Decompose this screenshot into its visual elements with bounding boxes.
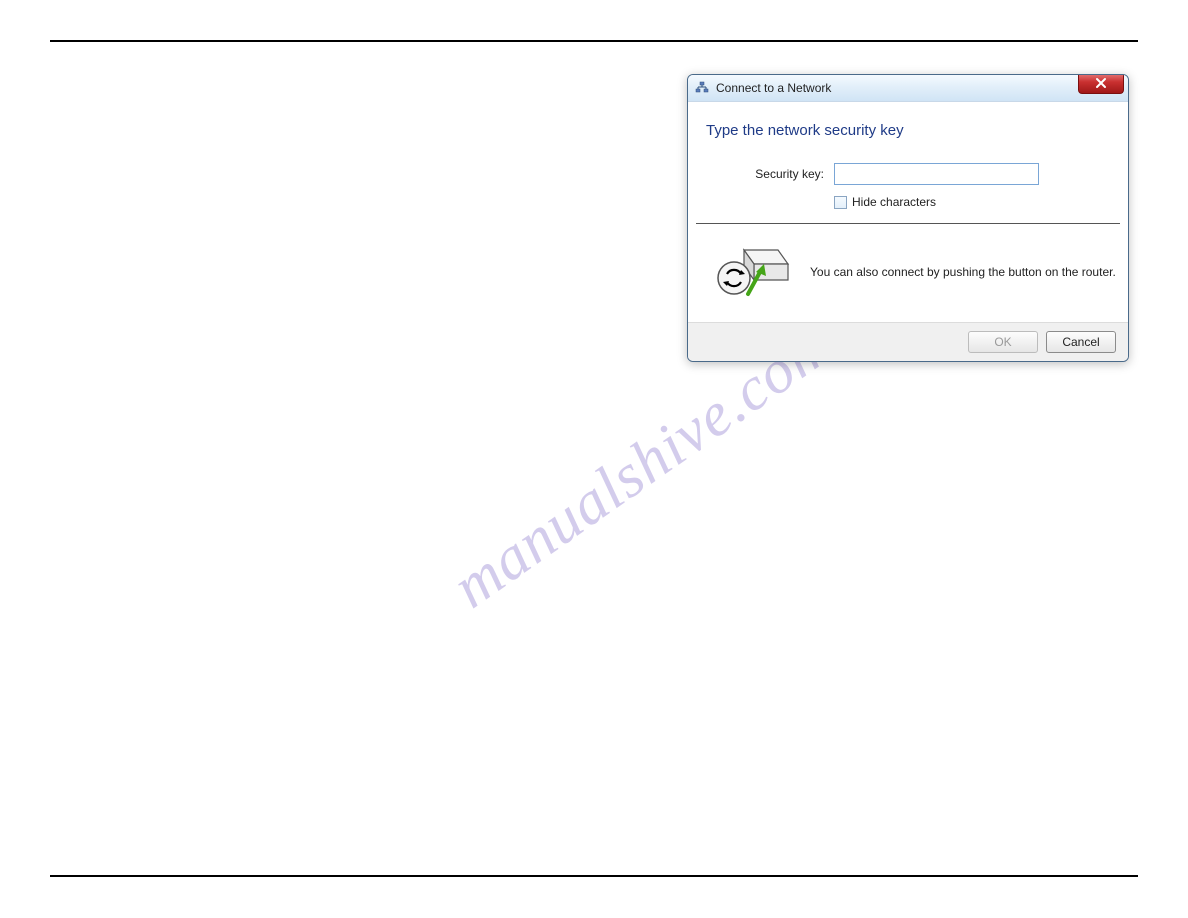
- page-top-rule: [50, 40, 1138, 42]
- dialog-titlebar[interactable]: Connect to a Network: [688, 75, 1128, 102]
- close-icon: [1095, 77, 1107, 89]
- hide-characters-label: Hide characters: [852, 195, 936, 209]
- wps-section: You can also connect by pushing the butt…: [688, 224, 1128, 322]
- page-bottom-rule: [50, 875, 1138, 877]
- close-button[interactable]: [1078, 74, 1124, 94]
- cancel-button[interactable]: Cancel: [1046, 331, 1116, 353]
- security-key-row: Security key:: [706, 163, 1110, 185]
- hide-characters-row[interactable]: Hide characters: [834, 195, 1110, 209]
- wps-router-icon: [716, 242, 790, 302]
- ok-button-label: OK: [994, 335, 1011, 349]
- connect-network-dialog: Connect to a Network Type the network se…: [687, 74, 1129, 362]
- network-icon: [694, 80, 710, 96]
- dialog-title: Connect to a Network: [716, 81, 831, 95]
- security-key-label: Security key:: [706, 167, 834, 181]
- dialog-heading: Type the network security key: [706, 122, 1110, 139]
- dialog-button-bar: OK Cancel: [688, 322, 1128, 361]
- hide-characters-checkbox[interactable]: [834, 196, 847, 209]
- ok-button[interactable]: OK: [968, 331, 1038, 353]
- dialog-body: Type the network security key Security k…: [688, 102, 1128, 209]
- wps-message: You can also connect by pushing the butt…: [790, 264, 1116, 280]
- security-key-input[interactable]: [834, 163, 1039, 185]
- cancel-button-label: Cancel: [1062, 335, 1099, 349]
